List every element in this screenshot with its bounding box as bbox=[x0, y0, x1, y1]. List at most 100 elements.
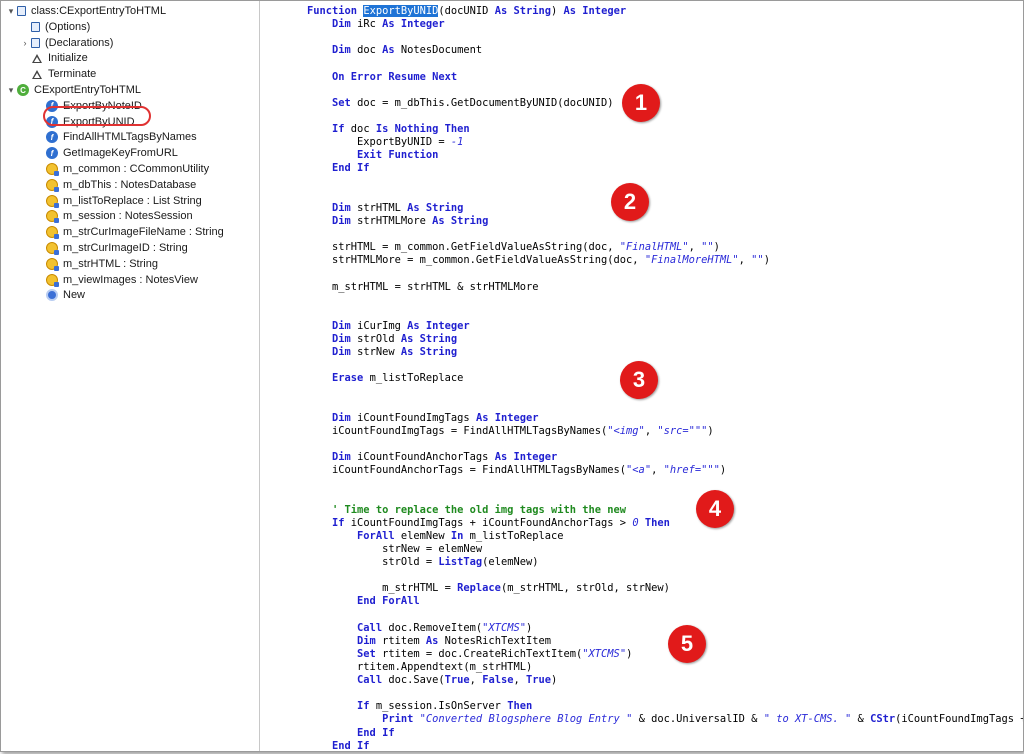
tree-item[interactable]: m_strHTML : String bbox=[34, 256, 158, 272]
code-keyword: Dim bbox=[332, 411, 351, 424]
tree-item[interactable]: m_common : CCommonUtility bbox=[34, 161, 209, 177]
tree-item-label: Terminate bbox=[48, 68, 97, 81]
code-text: ) bbox=[525, 621, 533, 634]
script-icon bbox=[17, 6, 26, 16]
code-line[interactable]: Set doc = m_dbThis.GetDocumentByUNID(doc… bbox=[307, 97, 614, 110]
property-icon bbox=[46, 163, 59, 176]
code-keyword: As bbox=[382, 44, 395, 57]
code-literal: "FinalHTML" bbox=[619, 241, 689, 254]
code-text: m_listToReplace bbox=[363, 372, 464, 385]
tree-item[interactable]: ▾ C CExportEntryToHTML bbox=[5, 82, 141, 98]
code-line[interactable]: Dim strOld As String bbox=[307, 333, 457, 346]
code-text: m_strHTML = bbox=[307, 582, 458, 595]
code-line[interactable]: strNew = elemNew bbox=[307, 543, 482, 556]
code-line[interactable]: Exit Function bbox=[307, 149, 438, 162]
code-keyword: End If bbox=[357, 726, 395, 739]
tree-item[interactable]: m_strCurImageID : String bbox=[34, 240, 188, 256]
code-line[interactable]: Print "Converted Blogsphere Blog Entry "… bbox=[307, 713, 1023, 726]
code-keyword: CStr bbox=[870, 713, 896, 726]
function-icon: f bbox=[46, 147, 58, 160]
code-line[interactable]: strHTMLMore = m_common.GetFieldValueAsSt… bbox=[307, 254, 770, 267]
code-line[interactable]: strOld = ListTag(elemNew) bbox=[307, 556, 538, 569]
code-text: doc bbox=[350, 44, 383, 57]
tree-item[interactable]: f GetImageKeyFromURL bbox=[34, 145, 178, 161]
code-editor[interactable]: End If End If Print "Converted Blogspher… bbox=[260, 1, 1023, 751]
code-line[interactable]: Dim strHTMLMore As String bbox=[307, 215, 488, 228]
code-line[interactable]: Function ExportByUNID(docUNID As String)… bbox=[307, 5, 626, 18]
code-line[interactable]: If doc Is Nothing Then bbox=[307, 123, 470, 136]
code-line[interactable]: If m_session.IsOnServer Then bbox=[307, 700, 532, 713]
code-line[interactable]: ForAll elemNew In m_listToReplace bbox=[307, 529, 564, 543]
code-comment: ' Time to replace the old img tags with … bbox=[307, 503, 627, 516]
tree-item[interactable]: m_listToReplace : List String bbox=[34, 193, 202, 209]
code-line[interactable]: rtitem.Appendtext(m_strHTML) bbox=[307, 661, 532, 674]
code-line[interactable]: End ForAll bbox=[307, 595, 420, 608]
code-line[interactable]: Dim iRc As Integer bbox=[307, 18, 445, 31]
code-line[interactable]: Dim strHTML As String bbox=[307, 202, 463, 215]
tree-item[interactable]: m_strCurImageFileName : String bbox=[34, 224, 224, 240]
code-literal: "Converted Blogsphere Blog Entry " bbox=[419, 713, 633, 726]
code-line[interactable]: Call doc.Save(True, False, True) bbox=[307, 674, 557, 687]
tree-item[interactable]: f FindAllHTMLTagsByNames bbox=[34, 129, 197, 145]
code-line[interactable]: On Error Resume Next bbox=[307, 71, 457, 84]
code-line[interactable]: iCountFoundAnchorTags = FindAllHTMLTagsB… bbox=[307, 464, 726, 477]
tree-item-label: New bbox=[63, 289, 86, 302]
code-text: m_session.IsOnServer bbox=[369, 700, 508, 713]
code-line[interactable]: Dim iCurImg As Integer bbox=[307, 320, 470, 333]
code-line[interactable]: ExportByUNID = -1 bbox=[307, 136, 463, 149]
code-text: rtitem.Appendtext(m_strHTML) bbox=[307, 661, 533, 673]
code-text: , bbox=[513, 674, 526, 687]
code-line[interactable]: m_strHTML = strHTML & strHTMLMore bbox=[307, 281, 538, 294]
code-text: strHTMLMore = m_common.GetFieldValueAsSt… bbox=[307, 254, 645, 267]
code-keyword: End If bbox=[332, 739, 370, 752]
code-line[interactable]: Erase m_listToReplace bbox=[307, 372, 463, 385]
code-text: , bbox=[469, 674, 483, 687]
code-line[interactable]: Dim rtitem As NotesRichTextItem bbox=[307, 635, 551, 648]
tree-item-label: m_strCurImageFileName : String bbox=[63, 226, 224, 239]
code-line[interactable]: ' Time to replace the old img tags with … bbox=[307, 504, 626, 517]
property-icon bbox=[46, 226, 59, 240]
tree-item[interactable]: › (Declarations) bbox=[19, 35, 114, 51]
expand-toggle-icon[interactable]: › bbox=[19, 35, 31, 51]
code-line[interactable]: Dim iCountFoundAnchorTags As Integer bbox=[307, 451, 557, 464]
code-line[interactable]: m_strHTML = Replace(m_strHTML, strOld, s… bbox=[307, 582, 670, 595]
code-line[interactable]: If iCountFoundImgTags + iCountFoundAncho… bbox=[307, 517, 670, 530]
tree-item[interactable]: New bbox=[34, 287, 85, 303]
code-keyword: End ForAll bbox=[357, 595, 420, 608]
code-text: m_listToReplace bbox=[463, 529, 564, 542]
tree-item[interactable]: (Options) bbox=[19, 19, 90, 35]
tree-item[interactable]: m_dbThis : NotesDatabase bbox=[34, 177, 196, 193]
code-literal: "<a" bbox=[626, 464, 652, 477]
code-line[interactable]: Call doc.RemoveItem("XTCMS") bbox=[307, 622, 532, 635]
tree-item[interactable]: ▾ class:CExportEntryToHTML bbox=[5, 3, 166, 19]
tree-item[interactable]: Initialize bbox=[19, 50, 88, 66]
tree-item[interactable]: m_viewImages : NotesView bbox=[34, 272, 198, 288]
code-line[interactable]: Dim strNew As String bbox=[307, 346, 457, 359]
code-line[interactable]: End If bbox=[307, 727, 395, 740]
expand-toggle-icon[interactable]: ▾ bbox=[5, 3, 17, 19]
code-line[interactable]: Dim doc As NotesDocument bbox=[307, 44, 482, 57]
code-line[interactable]: Dim iCountFoundImgTags As Integer bbox=[307, 411, 538, 425]
function-icon: f bbox=[46, 131, 58, 144]
code-line[interactable]: iCountFoundImgTags = FindAllHTMLTagsByNa… bbox=[307, 425, 714, 438]
code-keyword: Print bbox=[382, 713, 414, 726]
code-text: elemNew bbox=[394, 529, 451, 542]
expand-toggle-icon[interactable]: ▾ bbox=[5, 82, 17, 98]
code-line[interactable]: strHTML = m_common.GetFieldValueAsString… bbox=[307, 241, 720, 254]
marker-2: 2 bbox=[611, 183, 649, 221]
tree-item[interactable]: Terminate bbox=[19, 66, 96, 82]
code-line[interactable]: End If bbox=[307, 739, 370, 752]
code-line[interactable]: End If bbox=[307, 162, 370, 175]
code-line[interactable]: Set rtitem = doc.CreateRichTextItem("XTC… bbox=[307, 648, 632, 661]
tree-item[interactable]: m_session : NotesSession bbox=[34, 208, 193, 224]
code-keyword: Call bbox=[357, 674, 383, 687]
code-literal: "" bbox=[751, 254, 764, 267]
code-keyword: Dim bbox=[357, 634, 376, 647]
